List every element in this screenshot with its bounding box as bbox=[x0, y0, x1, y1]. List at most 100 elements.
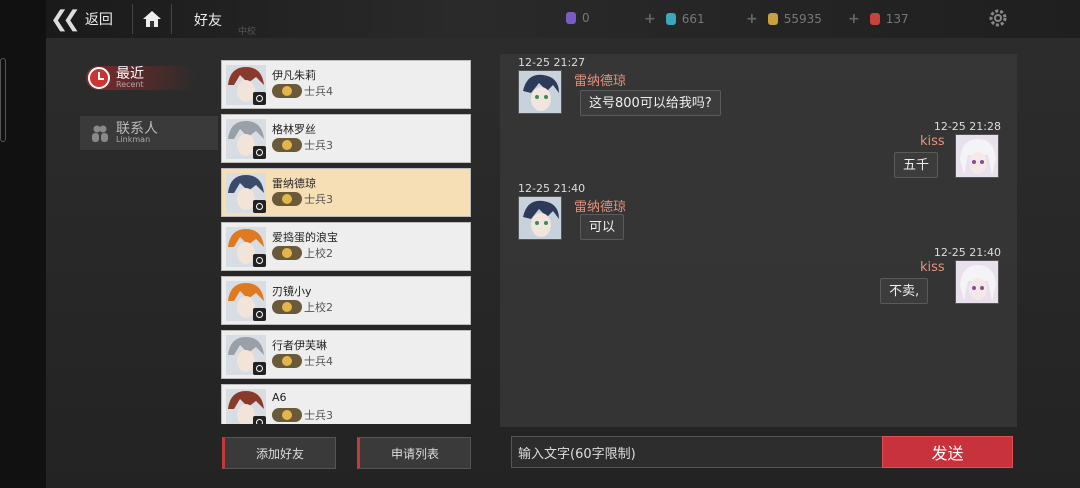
resource-value: 0 bbox=[582, 11, 590, 25]
purple-gem-icon bbox=[566, 12, 576, 24]
search-icon[interactable] bbox=[253, 308, 266, 321]
avatar[interactable] bbox=[955, 260, 999, 304]
back-button[interactable]: ❮❮ 返回 bbox=[50, 4, 128, 34]
avatar[interactable] bbox=[226, 281, 266, 321]
plus-icon[interactable]: + bbox=[644, 11, 656, 27]
apply-list-button[interactable]: 申请列表 bbox=[357, 437, 471, 469]
resource-fuel[interactable]: + 137 bbox=[848, 11, 909, 27]
rank-badge-icon bbox=[272, 408, 302, 422]
rank-badge-icon bbox=[272, 192, 302, 206]
search-icon[interactable] bbox=[253, 146, 266, 159]
plus-icon[interactable]: + bbox=[848, 11, 860, 27]
friend-list-item[interactable]: A6 士兵3 bbox=[221, 384, 471, 424]
message-input[interactable]: 输入文字(60字限制) bbox=[511, 436, 883, 468]
friend-list[interactable]: 伊凡朱莉 士兵4 格林罗丝 士兵3 雷纳德琼 士兵3 爱捣蛋的浪宝 上校2 刃镜小y 上校2 行者伊… bbox=[221, 60, 471, 424]
send-button[interactable]: 发送 bbox=[882, 436, 1013, 468]
teal-crystal-icon bbox=[665, 13, 676, 25]
avatar[interactable] bbox=[226, 227, 266, 267]
avatar-image bbox=[519, 71, 561, 113]
search-icon[interactable] bbox=[253, 92, 266, 105]
sender-name: kiss bbox=[920, 260, 945, 275]
rank-badge-icon bbox=[272, 84, 302, 98]
rank-text: 士兵3 bbox=[304, 193, 333, 206]
tab-contacts-sub: Linkman bbox=[116, 135, 151, 144]
rank: 士兵3 bbox=[272, 407, 333, 423]
clock-icon bbox=[88, 67, 110, 89]
friend-name: 格林罗丝 bbox=[272, 123, 316, 136]
sender-name: 雷纳德琼 bbox=[574, 200, 627, 215]
page-title-sub: 中校 bbox=[238, 27, 257, 37]
friend-list-item[interactable]: 伊凡朱莉 士兵4 bbox=[221, 60, 471, 109]
message-bubble: 不卖, bbox=[880, 278, 929, 304]
rank: 士兵3 bbox=[272, 191, 333, 207]
settings-button[interactable] bbox=[987, 7, 1009, 29]
avatar[interactable] bbox=[226, 119, 266, 159]
friend-list-item[interactable]: 爱捣蛋的浪宝上校2 bbox=[221, 222, 471, 271]
avatar[interactable] bbox=[226, 65, 266, 105]
message-timestamp: 12-25 21:40 bbox=[518, 182, 586, 195]
rank-badge-icon bbox=[272, 300, 302, 314]
tab-contacts[interactable]: 联系人 Linkman bbox=[80, 116, 218, 150]
tab-recent-label: 最近 bbox=[116, 66, 144, 82]
friend-name: 行者伊芙琳 bbox=[272, 339, 327, 352]
friend-list-item[interactable]: 格林罗丝士兵3 bbox=[221, 114, 471, 163]
friend-name: 爱捣蛋的浪宝 bbox=[272, 231, 338, 244]
friend-list-item[interactable]: 雷纳德琼 士兵3 bbox=[221, 168, 471, 217]
avatar[interactable] bbox=[955, 134, 999, 178]
resource-value: 661 bbox=[681, 12, 705, 26]
rank-text: 士兵3 bbox=[304, 409, 333, 422]
tab-recent[interactable]: 最近 Recent bbox=[88, 64, 168, 92]
message-bubble: 这号800可以给我吗? bbox=[580, 90, 721, 116]
sender-name: kiss bbox=[920, 134, 945, 149]
rank-text: 上校2 bbox=[304, 247, 333, 260]
resource-value: 55935 bbox=[783, 12, 822, 26]
avatar-image bbox=[519, 197, 561, 239]
chat-panel[interactable]: 12-25 21:27 雷纳德琼 这号800可以给我吗? 12-25 21:28… bbox=[500, 54, 1017, 427]
sender-name: 雷纳德琼 bbox=[574, 74, 627, 89]
avatar-image bbox=[956, 135, 998, 177]
resource-gem[interactable]: 0 bbox=[566, 11, 590, 25]
rank-badge-icon bbox=[272, 138, 302, 152]
back-label: 返回 bbox=[84, 12, 113, 28]
avatar[interactable] bbox=[226, 173, 266, 213]
avatar[interactable] bbox=[226, 389, 266, 424]
rank: 上校2 bbox=[272, 299, 333, 315]
avatar-image bbox=[956, 261, 998, 303]
rank-text: 上校2 bbox=[304, 301, 333, 314]
avatar[interactable] bbox=[518, 70, 562, 114]
resource-coin[interactable]: + 55935 bbox=[746, 11, 822, 27]
rank-text: 士兵4 bbox=[304, 85, 333, 98]
left-edge-strip bbox=[0, 0, 46, 488]
rank-badge-icon bbox=[272, 246, 302, 260]
page-title: 好友 bbox=[194, 13, 222, 29]
message-bubble: 可以 bbox=[580, 214, 625, 240]
plus-icon[interactable]: + bbox=[746, 11, 758, 27]
friend-list-item[interactable]: 行者伊芙琳 士兵4 bbox=[221, 330, 471, 379]
gear-icon bbox=[989, 9, 1007, 27]
search-icon[interactable] bbox=[253, 416, 266, 424]
rank: 士兵4 bbox=[272, 83, 333, 99]
add-friend-button[interactable]: 添加好友 bbox=[222, 437, 336, 469]
rank: 上校2 bbox=[272, 245, 333, 261]
search-icon[interactable] bbox=[253, 254, 266, 267]
resource-value: 137 bbox=[885, 12, 909, 26]
people-icon bbox=[92, 125, 108, 142]
message-timestamp: 12-25 21:40 bbox=[933, 246, 1001, 259]
avatar[interactable] bbox=[226, 335, 266, 375]
search-icon[interactable] bbox=[253, 200, 266, 213]
resource-crystal[interactable]: + 661 bbox=[644, 11, 705, 27]
home-button[interactable] bbox=[132, 4, 172, 34]
tab-recent-sub: Recent bbox=[116, 80, 144, 89]
rank-badge-icon bbox=[272, 354, 302, 368]
message-timestamp: 12-25 21:27 bbox=[518, 56, 586, 69]
message-bubble: 五千 bbox=[894, 152, 939, 178]
tab-contacts-label: 联系人 bbox=[116, 121, 158, 137]
red-fuel-icon bbox=[869, 13, 880, 25]
edge-handle bbox=[0, 58, 6, 142]
gold-coin-icon bbox=[767, 13, 778, 25]
rank: 士兵3 bbox=[272, 137, 333, 153]
search-icon[interactable] bbox=[253, 362, 266, 375]
rank-text: 士兵3 bbox=[304, 139, 333, 152]
friend-list-item[interactable]: 刃镜小y 上校2 bbox=[221, 276, 471, 325]
avatar[interactable] bbox=[518, 196, 562, 240]
